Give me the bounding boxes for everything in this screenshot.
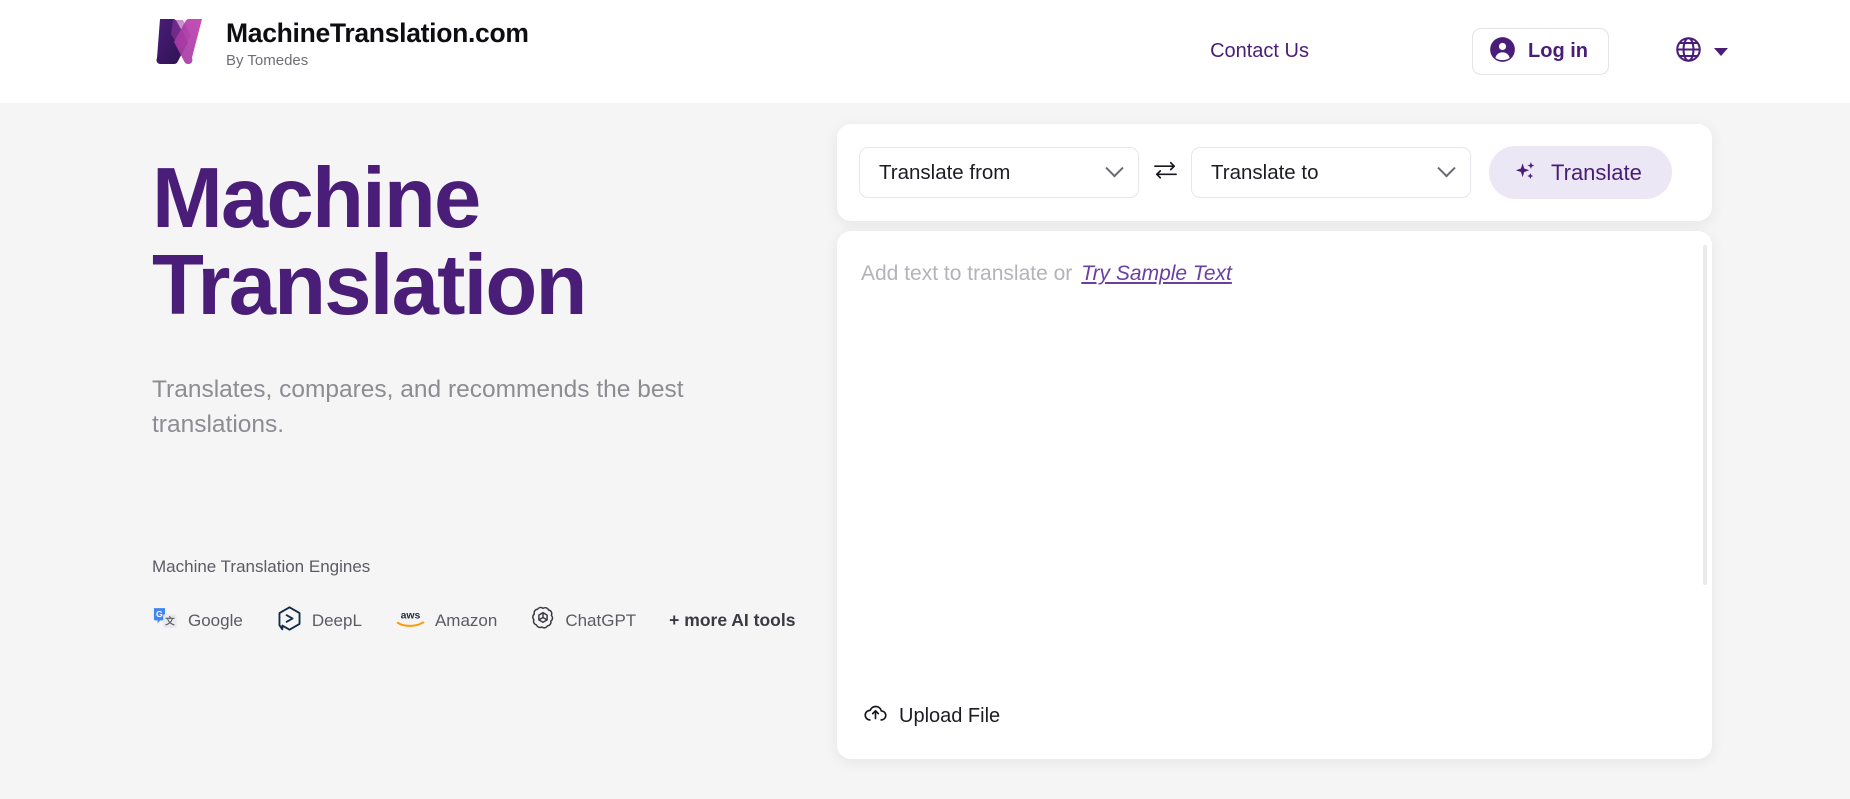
svg-text:文: 文	[164, 616, 175, 628]
google-translate-icon: G 文	[152, 605, 179, 637]
user-circle-icon	[1489, 36, 1516, 68]
source-text-scrollbar[interactable]	[1703, 245, 1707, 585]
machinetranslation-m-logo-icon	[153, 16, 209, 72]
chevron-down-icon	[1437, 159, 1456, 178]
openai-icon	[530, 605, 556, 636]
deepl-icon	[276, 605, 303, 637]
globe-icon	[1674, 35, 1703, 69]
target-language-select[interactable]: Translate to	[1191, 147, 1471, 198]
hero-subtitle: Translates, compares, and recommends the…	[152, 376, 684, 439]
source-language-select[interactable]: Translate from	[859, 147, 1139, 198]
more-ai-tools-link[interactable]: + more AI tools	[669, 610, 795, 631]
swap-languages-button[interactable]	[1139, 159, 1191, 186]
login-button[interactable]: Log in	[1472, 28, 1609, 75]
engine-name: Google	[188, 610, 243, 630]
contact-us-link[interactable]: Contact Us	[1210, 40, 1309, 63]
source-text-card: Add text to translate or Try Sample Text …	[837, 231, 1712, 759]
translate-button[interactable]: Translate	[1489, 146, 1672, 199]
language-picker[interactable]	[1674, 35, 1728, 69]
page-title: Machine Translation	[152, 155, 772, 329]
site-header: MachineTranslation.com By Tomedes Contac…	[0, 0, 1850, 103]
svg-text:aws: aws	[401, 611, 421, 622]
upload-file-label: Upload File	[899, 704, 1001, 727]
engine-chatgpt[interactable]: ChatGPT	[530, 605, 636, 636]
engine-amazon[interactable]: aws Amazon	[395, 607, 497, 634]
swap-arrows-icon	[1152, 159, 1179, 186]
translate-button-label: Translate	[1551, 159, 1642, 185]
page-title-line-1: Machine	[152, 151, 481, 246]
engine-google[interactable]: G 文 Google	[152, 605, 243, 637]
svg-text:G: G	[156, 609, 163, 619]
brand[interactable]: MachineTranslation.com By Tomedes	[153, 16, 529, 72]
login-button-label: Log in	[1528, 40, 1588, 62]
hero-section: Machine Translation Translates, compares…	[152, 155, 795, 637]
engine-deepl[interactable]: DeepL	[276, 605, 362, 637]
cloud-upload-icon	[863, 701, 888, 731]
brand-subtitle: By Tomedes	[226, 51, 309, 69]
chevron-down-icon	[1105, 159, 1124, 178]
source-text-input[interactable]: Add text to translate or Try Sample Text	[861, 262, 1232, 286]
try-sample-text-link[interactable]: Try Sample Text	[1081, 262, 1232, 285]
language-selection-bar: Translate from Translate to Translate	[837, 124, 1712, 221]
engine-name: DeepL	[311, 610, 362, 630]
engine-name: Amazon	[434, 610, 498, 630]
sparkles-icon	[1513, 159, 1538, 187]
source-text-placeholder: Add text to translate or	[861, 262, 1073, 285]
page-title-line-2: Translation	[152, 237, 587, 333]
engines-label: Machine Translation Engines	[152, 556, 371, 576]
upload-file-button[interactable]: Upload File	[863, 701, 1000, 731]
engine-name: ChatGPT	[565, 610, 637, 630]
target-language-label: Translate to	[1211, 160, 1319, 184]
source-language-label: Translate from	[879, 160, 1011, 184]
caret-down-icon	[1714, 47, 1728, 56]
aws-icon: aws	[395, 607, 426, 634]
engines-list: G 文 Google DeepL aws Amazon ChatGPT + mo…	[152, 605, 795, 637]
brand-name: MachineTranslation.com	[226, 18, 529, 49]
